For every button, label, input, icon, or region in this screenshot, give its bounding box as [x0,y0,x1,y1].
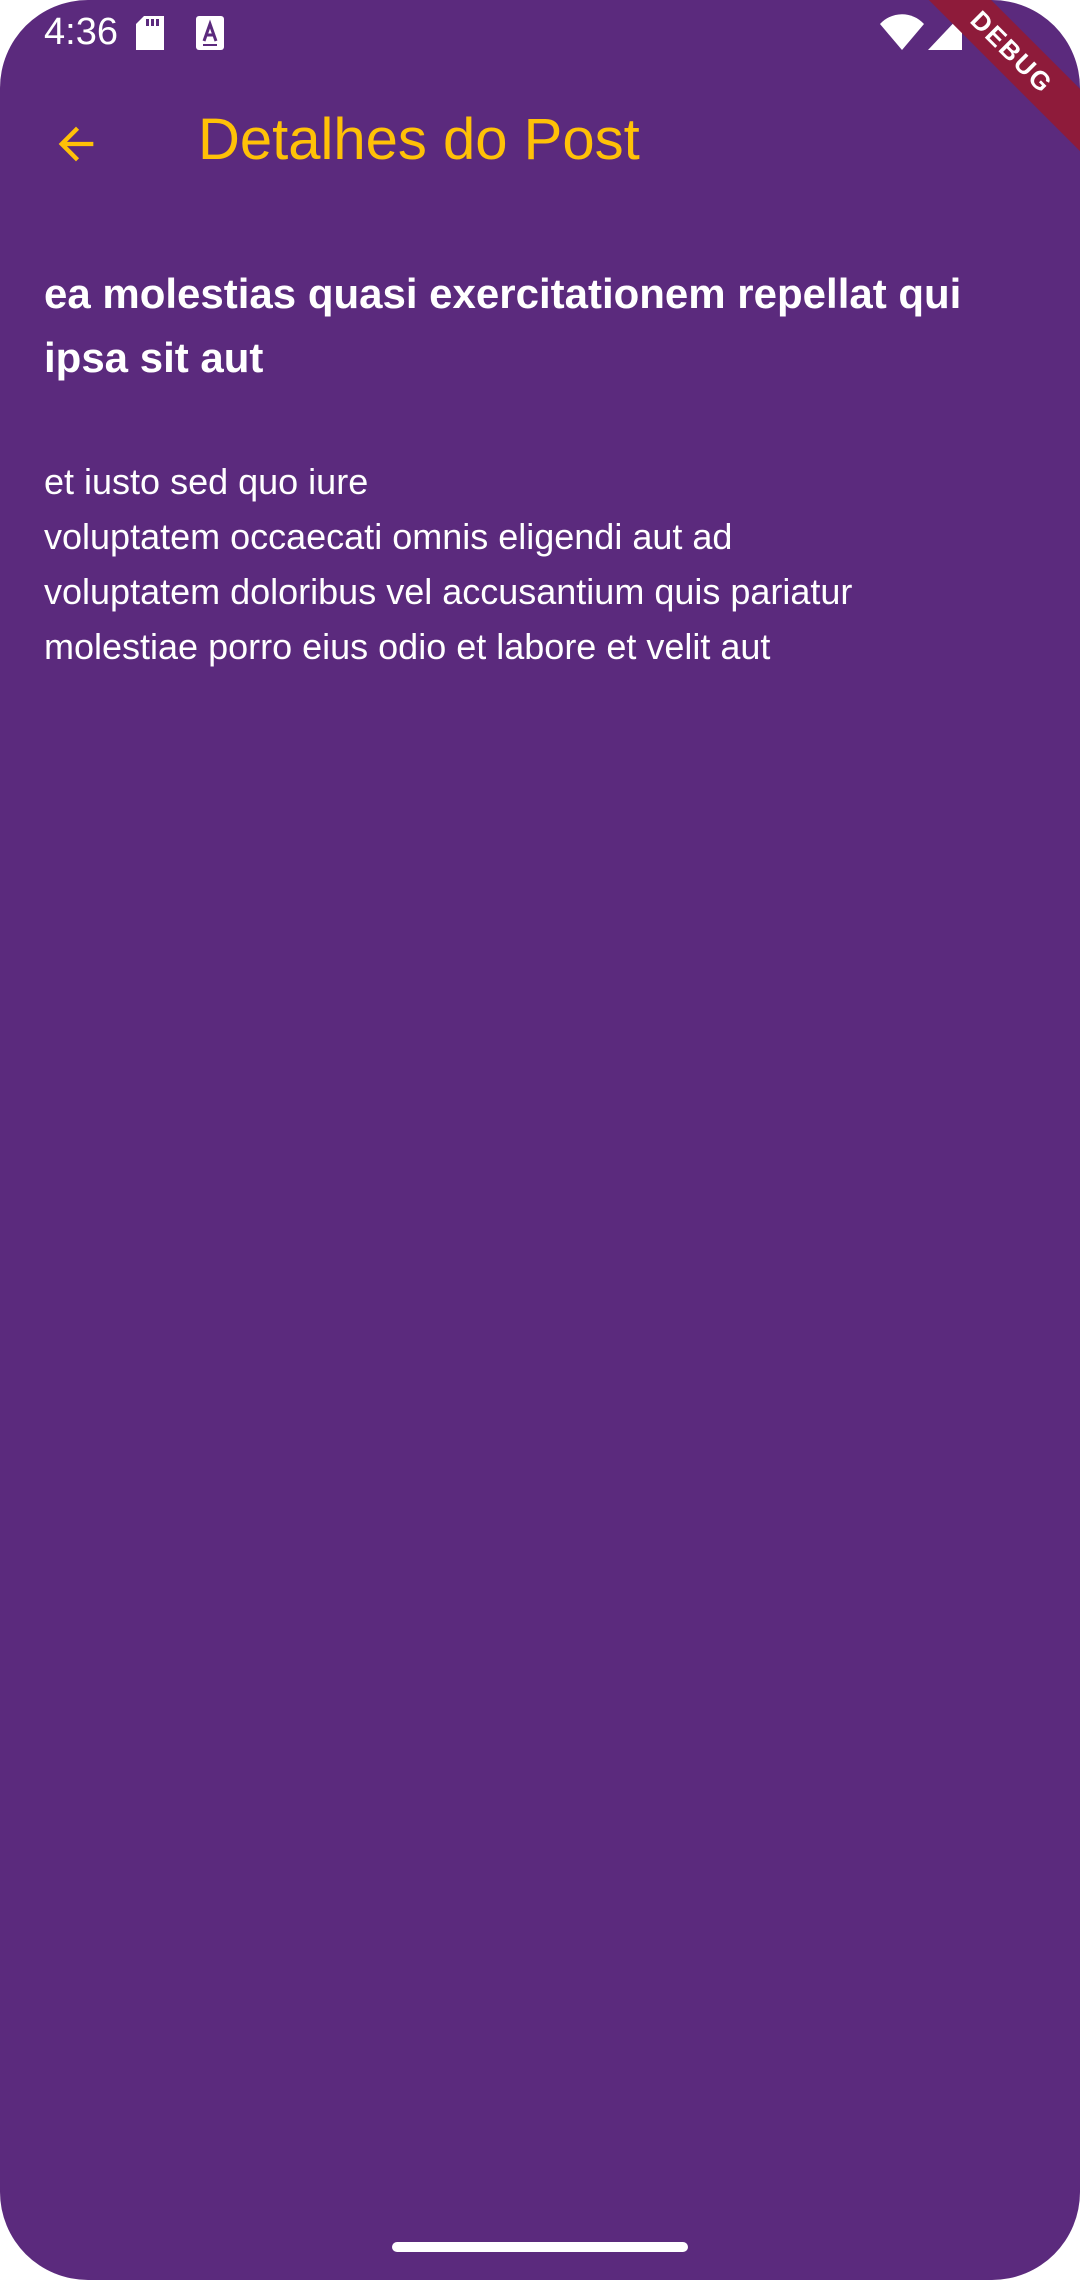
wifi-icon [880,14,924,55]
home-indicator[interactable] [392,2242,688,2252]
post-title: ea molestias quasi exercitationem repell… [44,270,962,381]
post-body: et iusto sed quo iure voluptatem occaeca… [44,461,853,667]
status-time: 4:36 [44,11,118,53]
page-title: Detalhes do Post [198,107,640,172]
post-content: ea molestias quasi exercitationem repell… [44,262,1040,674]
font-a-icon [196,16,224,55]
back-button[interactable] [40,108,112,180]
status-bar: 4:36 [0,0,1080,64]
sd-card-icon [136,16,164,55]
app-bar: Detalhes do Post [0,64,1080,218]
app-screen: 4:36 Detalhes do Post ea molestias quasi… [0,0,1080,2280]
arrow-back-icon [58,126,94,162]
